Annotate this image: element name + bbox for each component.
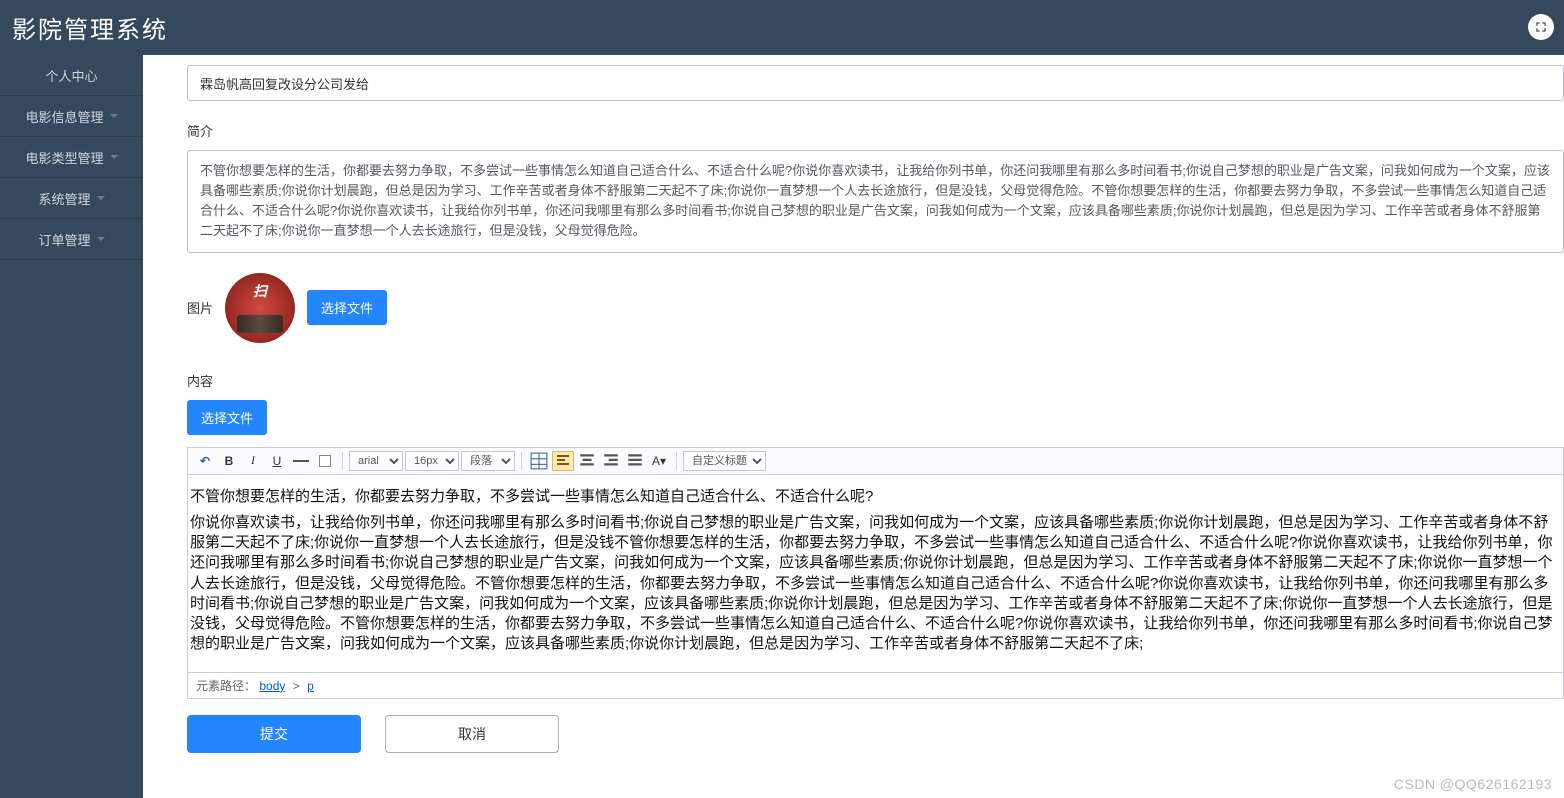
insert-table-button[interactable]: [528, 451, 550, 471]
paragraph-select[interactable]: 段落: [461, 451, 515, 471]
editor-element-path: 元素路径： body > p: [187, 673, 1564, 699]
app-header: 影院管理系统: [0, 0, 1564, 55]
chevron-down-icon: [110, 114, 118, 118]
sidebar-item-label: 订单管理: [38, 230, 90, 249]
chevron-down-icon: [97, 196, 105, 200]
choose-file-button[interactable]: 选择文件: [307, 290, 387, 325]
chevron-down-icon: [97, 237, 105, 241]
bg-color-button[interactable]: [314, 451, 336, 471]
cancel-button[interactable]: 取消: [385, 715, 559, 753]
hr-button[interactable]: [290, 451, 312, 471]
align-justify-button[interactable]: [624, 451, 646, 471]
sidebar-item-system[interactable]: 系统管理: [0, 178, 143, 219]
sidebar-item-label: 个人中心: [45, 66, 97, 85]
bold-button[interactable]: B: [218, 451, 240, 471]
path-link-p[interactable]: p: [307, 679, 314, 693]
align-left-button[interactable]: [552, 451, 574, 471]
sidebar-item-movie-info[interactable]: 电影信息管理: [0, 96, 143, 137]
sidebar: 个人中心 电影信息管理 电影类型管理 系统管理 订单管理: [0, 55, 143, 798]
font-size-select[interactable]: 16px: [405, 451, 459, 471]
custom-title-select[interactable]: 自定义标题: [683, 451, 766, 471]
image-label: 图片: [187, 298, 213, 317]
align-right-button[interactable]: [600, 451, 622, 471]
path-separator: >: [293, 679, 300, 693]
submit-button[interactable]: 提交: [187, 715, 361, 753]
undo-icon[interactable]: ↶: [194, 451, 216, 471]
sidebar-item-label: 电影类型管理: [25, 148, 103, 167]
app-title: 影院管理系统: [12, 10, 168, 45]
align-center-button[interactable]: [576, 451, 598, 471]
sidebar-item-label: 系统管理: [38, 189, 90, 208]
editor-toolbar: ↶ B I U arial 16px 段落: [187, 447, 1564, 475]
content-label: 内容: [187, 371, 1564, 390]
choose-file-button-content[interactable]: 选择文件: [187, 400, 267, 435]
intro-label: 简介: [187, 121, 1564, 140]
watermark: CSDN @QQ626162193: [1394, 776, 1552, 792]
separator: [521, 452, 522, 470]
sidebar-item-orders[interactable]: 订单管理: [0, 219, 143, 260]
editor-body[interactable]: 不管你想要怎样的生活，你都要去努力争取，不多尝试一些事情怎么知道自己适合什么、不…: [187, 475, 1564, 673]
path-link-body[interactable]: body: [259, 679, 285, 693]
chevron-down-icon: [110, 155, 118, 159]
italic-button[interactable]: I: [242, 451, 264, 471]
main-content: 简介 不管你想要怎样的生活，你都要去努力争取，不多尝试一些事情怎么知道自己适合什…: [143, 55, 1564, 798]
separator: [342, 452, 343, 470]
path-prefix: 元素路径：: [196, 679, 256, 693]
editor-paragraph: 不管你想要怎样的生活，你都要去努力争取，不多尝试一些事情怎么知道自己适合什么、不…: [188, 487, 1563, 507]
underline-button[interactable]: U: [266, 451, 288, 471]
title-input[interactable]: [187, 65, 1564, 101]
editor-paragraph: 你说你喜欢读书，让我给你列书单，你还问我哪里有那么多时间看书;你说自己梦想的职业…: [188, 513, 1563, 655]
separator: [676, 452, 677, 470]
image-thumbnail[interactable]: [225, 273, 295, 343]
font-color-button[interactable]: A▾: [648, 451, 670, 471]
sidebar-item-label: 电影信息管理: [25, 107, 103, 126]
sidebar-item-movie-type[interactable]: 电影类型管理: [0, 137, 143, 178]
intro-textarea[interactable]: 不管你想要怎样的生活，你都要去努力争取，不多尝试一些事情怎么知道自己适合什么、不…: [187, 150, 1564, 253]
fullscreen-button[interactable]: [1528, 14, 1554, 40]
sidebar-item-personal[interactable]: 个人中心: [0, 55, 143, 96]
fullscreen-icon: [1534, 20, 1548, 34]
font-family-select[interactable]: arial: [349, 451, 403, 471]
